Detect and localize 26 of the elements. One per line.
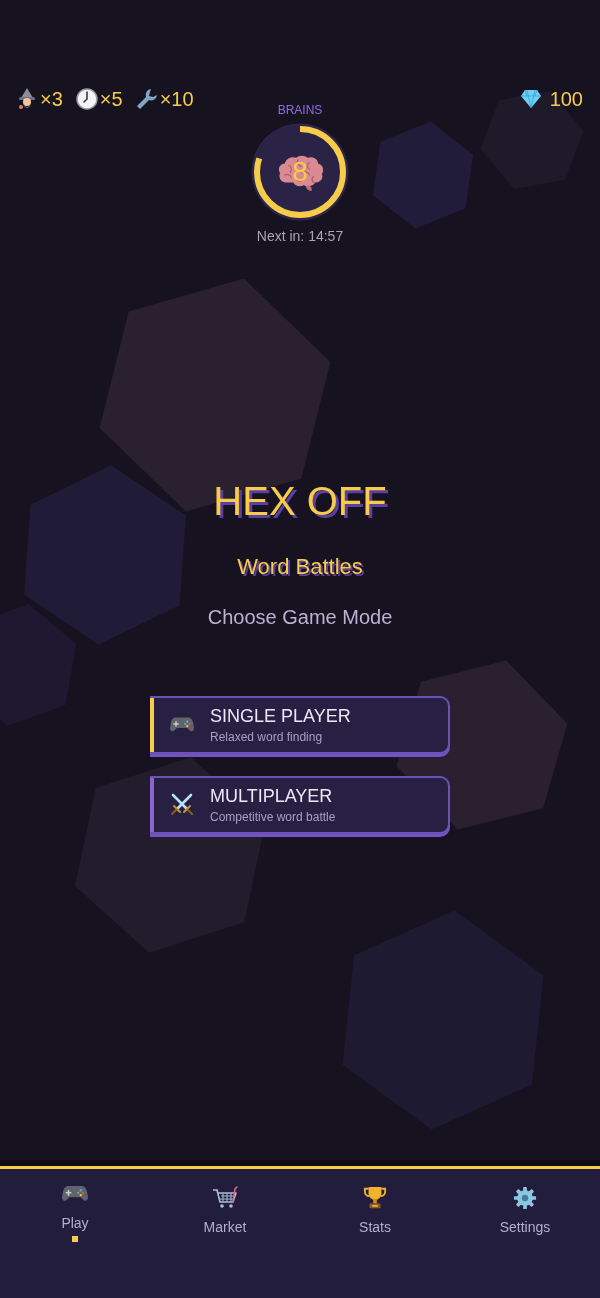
game-mode-button[interactable]: MULTIPLAYER Competitive word battle [150, 776, 450, 834]
mode-prompt: Choose Game Mode [207, 605, 393, 630]
clock-icon [75, 88, 98, 110]
shopping-cart-icon [212, 1186, 238, 1210]
nav-tab[interactable]: Market [150, 1169, 300, 1246]
nav-tab[interactable]: Stats [300, 1169, 450, 1246]
game-title: HEX OFF [213, 478, 387, 525]
brains-label: BRAINS [277, 103, 323, 117]
wrench-icon [135, 88, 158, 110]
item-count: ×10 [159, 87, 194, 111]
trophy-icon [362, 1186, 388, 1210]
brain-count: 8 [291, 156, 309, 188]
gem-count: 100 [549, 87, 583, 111]
refill-timer: Next in: 14:57 [256, 227, 344, 245]
active-indicator-icon [72, 1236, 78, 1242]
brain-icon [277, 154, 323, 192]
game-subtitle: Word Battles [237, 553, 363, 581]
game-mode-button[interactable]: SINGLE PLAYER Relaxed word finding [150, 696, 450, 754]
settings-icon [512, 1186, 538, 1210]
item-count: ×5 [99, 87, 123, 111]
nav-tab[interactable]: Settings [450, 1169, 600, 1246]
diamond-icon [519, 89, 542, 109]
crossed-swords-icon [170, 793, 194, 817]
item-count: ×3 [40, 87, 63, 111]
wizard-icon [17, 88, 38, 110]
nav-tab[interactable]: Play [0, 1165, 150, 1242]
